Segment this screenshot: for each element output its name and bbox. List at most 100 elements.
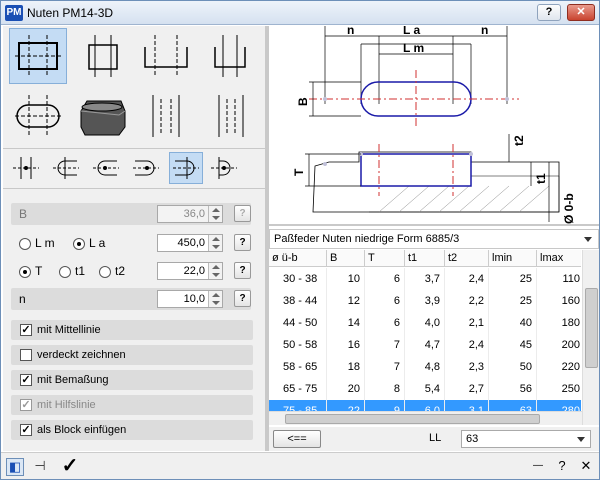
option-bemassung[interactable]: ✓ mit Bemaßung xyxy=(11,370,253,390)
panel-toggle-icon[interactable]: ◧ xyxy=(6,458,24,476)
shape-open-slot-icon[interactable] xyxy=(137,28,195,84)
table-cell: 3,9 xyxy=(405,290,445,312)
scroll-thumb[interactable] xyxy=(285,414,540,424)
standard-select[interactable]: Paßfeder Nuten niedrige Form 6885/3 xyxy=(269,229,599,249)
table-footer: <== LL 63 xyxy=(269,427,599,451)
length-spinner[interactable] xyxy=(208,235,222,251)
column-header[interactable]: t1 xyxy=(405,250,445,267)
shape-square-icon[interactable] xyxy=(73,28,131,84)
scroll-thumb[interactable] xyxy=(585,288,598,368)
end-style-right-center-icon[interactable] xyxy=(207,152,241,184)
checkbox: ✓ xyxy=(20,399,32,411)
table-row[interactable]: 65 - 75 20 8 5,4 2,7 56 250 xyxy=(269,378,581,400)
radio-t1[interactable] xyxy=(59,266,71,278)
table-cell: 14 xyxy=(327,312,365,334)
ok-check-icon[interactable]: ✓ xyxy=(61,456,79,476)
table-cell: 50 xyxy=(489,356,537,378)
shape-and-parameter-pane: B 36,0 ? L m L a 450,0 ? T t1 t2 22,0 ? … xyxy=(3,26,265,451)
radio-la[interactable] xyxy=(73,238,85,250)
table-cell: 12 xyxy=(327,290,365,312)
option-als-block[interactable]: ✓ als Block einfügen xyxy=(11,420,253,440)
ll-select-value: 63 xyxy=(466,433,479,445)
column-header[interactable]: lmin xyxy=(489,250,537,267)
divider xyxy=(3,148,265,149)
param-n-spinner[interactable] xyxy=(208,291,222,307)
radio-t2[interactable] xyxy=(99,266,111,278)
param-n-help-button[interactable]: ? xyxy=(234,290,251,307)
checkbox[interactable]: ✓ xyxy=(20,424,32,436)
depth-input[interactable]: 22,0 xyxy=(157,262,223,280)
column-header[interactable]: T xyxy=(365,250,405,267)
column-header[interactable]: ø ü-b xyxy=(269,250,327,267)
shape-parallel-lines-icon[interactable] xyxy=(201,88,259,144)
table-cell: 40 xyxy=(489,312,537,334)
length-input[interactable]: 450,0 xyxy=(157,234,223,252)
end-style-left-round-dot-icon[interactable] xyxy=(89,152,123,184)
end-style-center-icon[interactable] xyxy=(9,152,43,184)
end-style-right-round-icon[interactable] xyxy=(169,152,203,184)
table-cell: 30 - 38 xyxy=(269,268,327,290)
shape-rect-with-centerlines-icon[interactable] xyxy=(9,28,67,84)
dim-t2: t2 xyxy=(512,135,526,146)
ll-select[interactable]: 63 xyxy=(461,430,591,448)
table-cell: 5,4 xyxy=(405,378,445,400)
table-row[interactable]: 58 - 65 18 7 4,8 2,3 50 220 xyxy=(269,356,581,378)
length-help-button[interactable]: ? xyxy=(234,234,251,251)
depth-spinner[interactable] xyxy=(208,263,222,279)
table-cell: 18 xyxy=(327,356,365,378)
title-close-button[interactable]: ✕ xyxy=(567,4,595,21)
end-style-right-round-dot-icon[interactable] xyxy=(129,152,163,184)
column-header[interactable]: lmax xyxy=(537,250,581,267)
title-bar: PM Nuten PM14-3D ? ✕ xyxy=(1,1,599,25)
dim-n-right: n xyxy=(481,26,488,37)
table-cell: 4,0 xyxy=(405,312,445,334)
shape-open-slot-square-icon[interactable] xyxy=(201,28,259,84)
table-vertical-scrollbar[interactable] xyxy=(582,250,599,425)
param-n-input[interactable]: 10,0 xyxy=(157,290,223,308)
pin-icon[interactable]: ⊣ xyxy=(31,458,49,476)
dim-t: T xyxy=(292,168,306,176)
radio-t[interactable] xyxy=(19,266,31,278)
table-row[interactable]: 38 - 44 12 6 3,9 2,2 25 160 xyxy=(269,290,581,312)
option-label: mit Mittellinie xyxy=(37,324,101,336)
table-cell: 50 - 58 xyxy=(269,334,327,356)
option-verdeckt[interactable]: verdeckt zeichnen xyxy=(11,345,253,365)
help-icon[interactable]: ? xyxy=(553,458,571,476)
technical-drawing: n L a n L m B T t2 t1 Ø 0-b xyxy=(292,23,576,224)
checkbox[interactable]: ✓ xyxy=(20,374,32,386)
radio-t1-label: t1 xyxy=(75,264,86,278)
back-button[interactable]: <== xyxy=(273,430,321,448)
dim-t1: t1 xyxy=(534,173,548,184)
minimize-icon[interactable]: — xyxy=(529,458,547,476)
dim-lm: L m xyxy=(403,41,424,55)
table-row[interactable]: 30 - 38 10 6 3,7 2,4 25 110 xyxy=(269,268,581,290)
table-cell: 58 - 65 xyxy=(269,356,327,378)
shape-3d-key-icon[interactable] xyxy=(73,88,131,144)
option-mittellinie[interactable]: ✓ mit Mittellinie xyxy=(11,320,253,340)
column-header[interactable]: t2 xyxy=(445,250,489,267)
ll-label: LL xyxy=(429,432,442,444)
table-cell: 16 xyxy=(327,334,365,356)
end-style-left-round-icon[interactable] xyxy=(49,152,83,184)
table-cell: 20 xyxy=(327,378,365,400)
table-cell: 220 xyxy=(537,356,581,378)
table-row[interactable]: 50 - 58 16 7 4,7 2,4 45 200 xyxy=(269,334,581,356)
table-horizontal-scrollbar[interactable] xyxy=(269,411,582,425)
close-icon[interactable]: ✕ xyxy=(577,458,595,476)
shape-slot-oblong-icon[interactable] xyxy=(9,88,67,144)
column-header[interactable]: B xyxy=(327,250,365,267)
table-cell: 65 - 75 xyxy=(269,378,327,400)
table-cell: 7 xyxy=(365,356,405,378)
checkbox[interactable] xyxy=(20,349,32,361)
radio-lm[interactable] xyxy=(19,238,31,250)
checkbox[interactable]: ✓ xyxy=(20,324,32,336)
option-label: als Block einfügen xyxy=(37,424,127,436)
table-row[interactable]: 44 - 50 14 6 4,0 2,1 40 180 xyxy=(269,312,581,334)
dim-n-left: n xyxy=(347,26,354,37)
table-cell: 6 xyxy=(365,268,405,290)
app-logo-icon: PM xyxy=(5,5,23,21)
title-help-button[interactable]: ? xyxy=(537,4,561,21)
shape-through-slot-icon[interactable] xyxy=(137,88,195,144)
chevron-down-icon xyxy=(584,237,592,246)
depth-help-button[interactable]: ? xyxy=(234,262,251,279)
